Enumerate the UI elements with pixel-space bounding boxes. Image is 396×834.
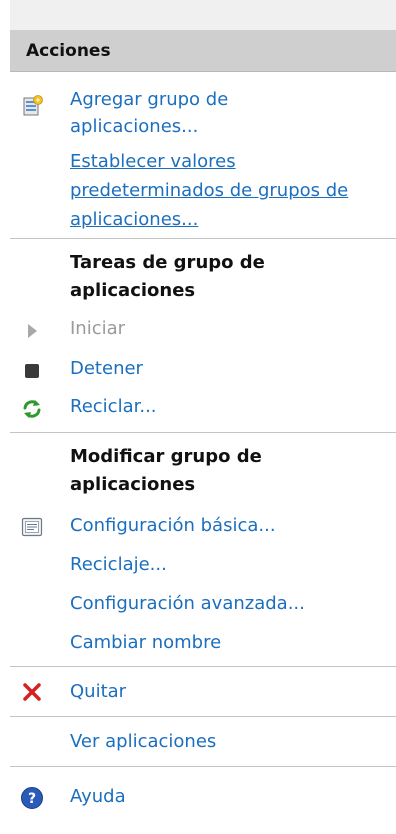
stop-link[interactable]: Detener — [70, 357, 143, 381]
settings-window-icon[interactable] — [20, 515, 44, 539]
basic-settings-link[interactable]: Configuración básica... — [70, 514, 276, 538]
remove-link[interactable]: Quitar — [70, 680, 126, 704]
stop-icon[interactable] — [20, 359, 44, 383]
actions-header: Acciones — [10, 30, 396, 72]
recycling-link[interactable]: Reciclaje... — [70, 553, 167, 577]
rename-link[interactable]: Cambiar nombre — [70, 631, 221, 655]
recycle-link[interactable]: Reciclar... — [70, 395, 157, 419]
recycle-icon[interactable] — [20, 397, 44, 421]
view-applications-link[interactable]: Ver aplicaciones — [70, 730, 216, 754]
remove-x-icon[interactable] — [20, 680, 44, 704]
add-application-pool-link-line2[interactable]: aplicaciones... — [70, 115, 198, 139]
set-defaults-link-line1[interactable]: Establecer valores — [70, 150, 236, 174]
modify-section-title: Modificar grupo de aplicaciones — [70, 446, 262, 495]
separator — [10, 666, 396, 667]
tasks-section-title: Tareas de grupo de aplicaciones — [70, 252, 265, 301]
set-defaults-link-line3[interactable]: aplicaciones... — [70, 208, 198, 232]
play-icon — [20, 319, 44, 343]
add-application-pool-icon[interactable] — [20, 94, 44, 118]
actions-header-title: Acciones — [26, 41, 111, 61]
start-link: Iniciar — [70, 318, 126, 339]
advanced-settings-link[interactable]: Configuración avanzada... — [70, 592, 305, 616]
separator — [10, 716, 396, 717]
separator — [10, 766, 396, 767]
help-link[interactable]: Ayuda — [70, 785, 126, 809]
help-icon[interactable]: ? — [20, 786, 44, 810]
add-application-pool-link-line1[interactable]: Agregar grupo de — [70, 88, 228, 112]
separator — [10, 238, 396, 239]
separator — [10, 432, 396, 433]
top-strip — [10, 0, 396, 30]
set-defaults-link-line2[interactable]: predeterminados de grupos de — [70, 179, 348, 203]
svg-text:?: ? — [28, 791, 36, 807]
